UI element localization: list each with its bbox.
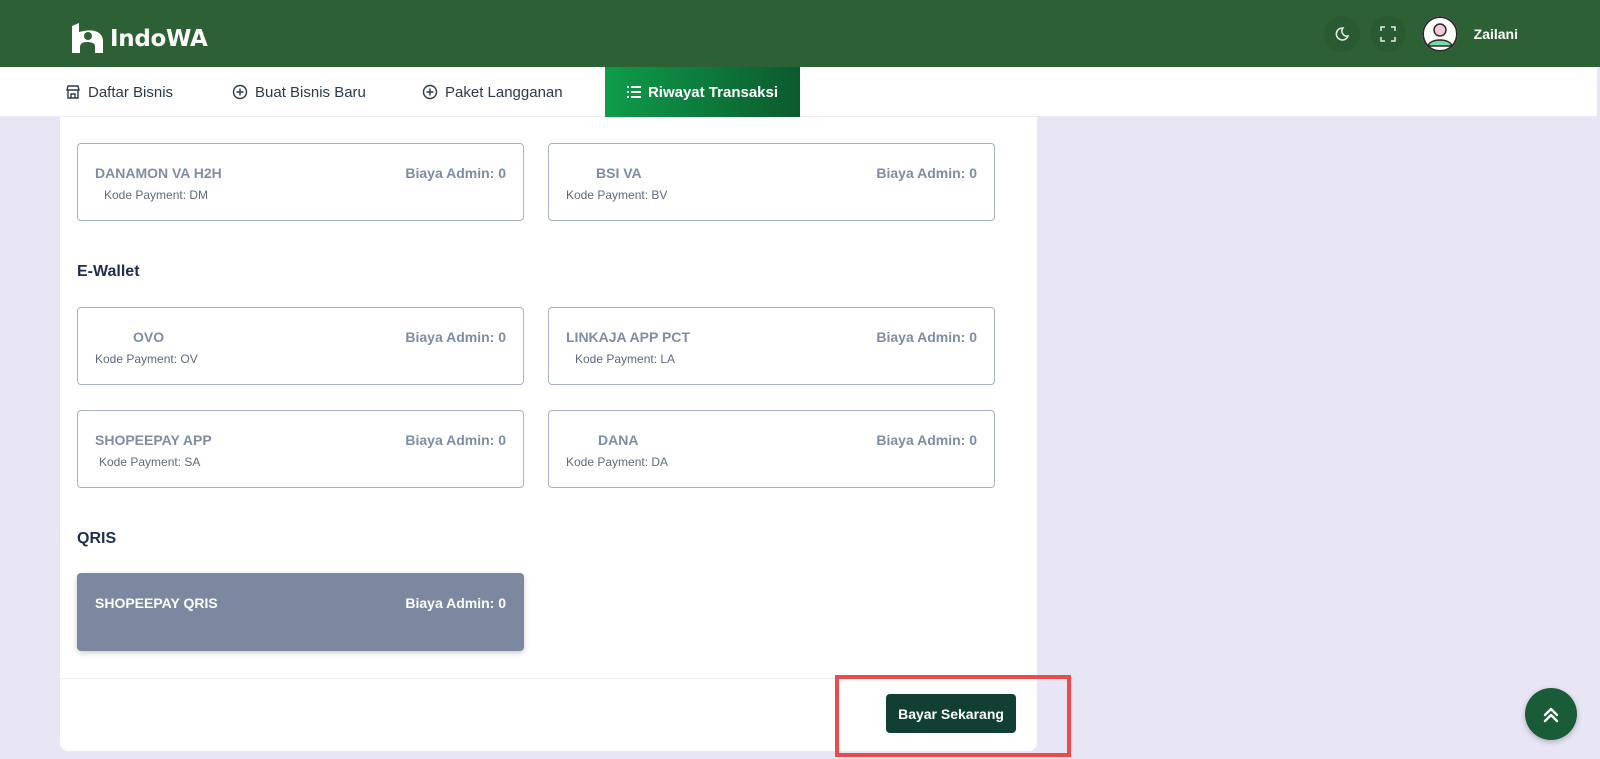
main-nav: Daftar Bisnis Buat Bisnis Baru Paket Lan… bbox=[0, 67, 1597, 117]
payment-code: Kode Payment: BV bbox=[566, 188, 668, 202]
scroll-to-top-button[interactable] bbox=[1525, 688, 1577, 740]
payment-option-bsi-va[interactable]: BSI VA Biaya Admin: 0 Kode Payment: BV bbox=[548, 143, 995, 221]
fullscreen-button[interactable] bbox=[1369, 16, 1406, 52]
payment-option-danamon-va[interactable]: DANAMON VA H2H Biaya Admin: 0 Kode Payme… bbox=[77, 143, 524, 221]
payment-method-panel: DANAMON VA H2H Biaya Admin: 0 Kode Payme… bbox=[60, 117, 1037, 751]
payment-name: DANAMON VA H2H bbox=[95, 165, 222, 181]
nav-label: Paket Langganan bbox=[445, 83, 563, 101]
payment-code: Kode Payment: DA bbox=[566, 455, 669, 469]
app-name: IndoWA bbox=[110, 26, 208, 52]
admin-fee: Biaya Admin: 0 bbox=[876, 329, 977, 345]
list-icon bbox=[626, 86, 641, 98]
payment-code: Kode Payment: OV bbox=[95, 352, 198, 366]
nav-paket-langganan[interactable]: Paket Langganan bbox=[422, 67, 563, 117]
nav-buat-bisnis-baru[interactable]: Buat Bisnis Baru bbox=[232, 67, 366, 117]
admin-fee: Biaya Admin: 0 bbox=[876, 432, 977, 448]
moon-icon bbox=[1335, 27, 1349, 41]
highlight-box bbox=[835, 675, 1071, 757]
store-icon bbox=[66, 85, 80, 99]
plus-circle-icon bbox=[422, 84, 438, 100]
logo-icon bbox=[72, 23, 103, 53]
admin-fee: Biaya Admin: 0 bbox=[405, 329, 506, 345]
payment-option-linkaja[interactable]: LINKAJA APP PCT Biaya Admin: 0 Kode Paym… bbox=[548, 307, 995, 385]
double-chevron-up-icon bbox=[1543, 707, 1559, 723]
user-name[interactable]: Zailani bbox=[1474, 26, 1518, 42]
admin-fee: Biaya Admin: 0 bbox=[405, 432, 506, 448]
admin-fee: Biaya Admin: 0 bbox=[405, 165, 506, 181]
payment-name: LINKAJA APP PCT bbox=[566, 329, 690, 345]
payment-name: DANA bbox=[598, 432, 639, 448]
payment-code: Kode Payment: SA bbox=[99, 455, 201, 469]
payment-name: OVO bbox=[133, 329, 165, 345]
nav-label: Riwayat Transaksi bbox=[647, 83, 779, 101]
fullscreen-icon bbox=[1379, 26, 1396, 42]
payment-code: Kode Payment: LA bbox=[575, 352, 676, 366]
section-title-qris: QRIS bbox=[77, 530, 117, 547]
payment-option-dana[interactable]: DANA Biaya Admin: 0 Kode Payment: DA bbox=[548, 410, 995, 488]
nav-label: Buat Bisnis Baru bbox=[255, 83, 366, 101]
avatar[interactable] bbox=[1421, 16, 1458, 52]
payment-option-shopeepay-app[interactable]: SHOPEEPAY APP Biaya Admin: 0 Kode Paymen… bbox=[77, 410, 524, 488]
top-bar: IndoWA Zailani bbox=[0, 0, 1600, 67]
payment-code: Kode Payment: DM bbox=[104, 188, 209, 202]
nav-riwayat-transaksi[interactable]: Riwayat Transaksi bbox=[605, 67, 800, 117]
nav-label: Daftar Bisnis bbox=[88, 83, 174, 101]
payment-option-shopeepay-qris[interactable]: SHOPEEPAY QRIS Biaya Admin: 0 Kode Payme… bbox=[77, 573, 524, 651]
nav-daftar-bisnis[interactable]: Daftar Bisnis bbox=[65, 67, 173, 117]
payment-option-ovo[interactable]: OVO Biaya Admin: 0 Kode Payment: OV bbox=[77, 307, 524, 385]
app-logo[interactable]: IndoWA bbox=[70, 22, 208, 56]
admin-fee: Biaya Admin: 0 bbox=[876, 165, 977, 181]
dark-mode-toggle[interactable] bbox=[1323, 16, 1360, 52]
section-title-ewallet: E-Wallet bbox=[77, 263, 140, 280]
plus-circle-icon bbox=[232, 84, 248, 100]
admin-fee: Biaya Admin: 0 bbox=[405, 595, 506, 611]
payment-name: BSI VA bbox=[596, 165, 642, 181]
payment-code: Kode Payment: SQ bbox=[95, 618, 198, 632]
payment-name: SHOPEEPAY APP bbox=[95, 432, 212, 448]
user-avatar-icon bbox=[1421, 16, 1458, 52]
payment-name: SHOPEEPAY QRIS bbox=[95, 595, 218, 611]
